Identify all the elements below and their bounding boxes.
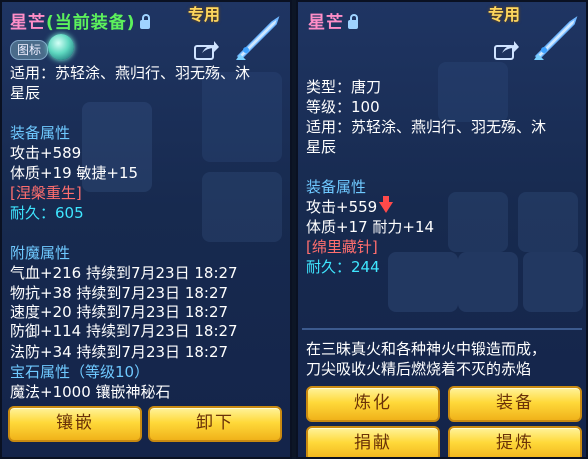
equip-attr-title: 装备属性 (10, 124, 71, 142)
durability: 耐久：244 (306, 258, 380, 276)
equip-button[interactable]: 装备 (448, 386, 582, 422)
background-item-slot (523, 252, 583, 312)
secondary-stats: 体质+19 敏捷+15 (10, 164, 139, 182)
candidate-item-panel: 星芒 专用 类型：唐刀 等级：100 适用：苏轻涂、燕归行、羽无殇、沐 星辰 装… (296, 0, 588, 459)
enchant-line: 法防+34 持续到7月23日 18:27 (10, 343, 229, 361)
extract-button[interactable]: 提炼 (448, 426, 582, 457)
attack-value: 攻击+559 (306, 198, 378, 216)
background-item-slot (518, 192, 578, 252)
donate-button[interactable]: 捐献 (306, 426, 440, 457)
item-title: 星芒(当前装备) (10, 8, 150, 33)
background-item-slot (448, 192, 508, 252)
item-name: 星芒 (308, 13, 344, 33)
weapon-icon (534, 16, 578, 60)
background-item-slot (202, 72, 282, 162)
share-icon[interactable] (494, 40, 520, 60)
enchant-title: 附魔属性 (10, 244, 71, 262)
refine-attr: [涅槃重生] (10, 184, 82, 202)
lock-icon (139, 14, 150, 29)
gem-title: 宝石属性（等级10） (10, 363, 150, 381)
background-item-slot (202, 172, 282, 242)
equipped-label: (当前装备) (46, 13, 136, 33)
orb-icon[interactable] (48, 34, 74, 60)
applicable-line-1: 适用：苏轻涂、燕归行、羽无殇、沐 (10, 64, 251, 82)
secondary-stats: 体质+17 耐力+14 (306, 218, 435, 236)
share-icon[interactable] (194, 40, 220, 60)
exclusive-label: 专用 (188, 5, 221, 24)
applicable-line-1: 适用：苏轻涂、燕归行、羽无殇、沐 (306, 118, 547, 136)
description-line: 刀尖吸收火精后燃烧着不灭的赤焰 (306, 360, 532, 378)
enchant-line: 防御+114 持续到7月23日 18:27 (10, 322, 238, 340)
refine-button[interactable]: 炼化 (306, 386, 440, 422)
inlay-button[interactable]: 镶嵌 (8, 406, 142, 442)
enchant-line: 气血+216 持续到7月23日 18:27 (10, 264, 238, 282)
applicable-line-2: 星辰 (10, 84, 41, 102)
gem-attr: 魔法+1000 镶嵌神秘石 (10, 383, 171, 401)
description-line: 在三昧真火和各种神火中锻造而成， (306, 340, 547, 358)
attack-stat: 攻击+559 (306, 196, 394, 217)
equipped-item-panel: 星芒(当前装备) 专用 图标 适用：苏轻涂、燕归行、羽无殇、沐 星辰 装备属性 … (0, 0, 292, 459)
background-item-slot (458, 252, 518, 312)
exclusive-label: 专用 (488, 5, 521, 24)
background-item-slot (388, 252, 458, 312)
enchant-line: 速度+20 持续到7月23日 18:27 (10, 303, 229, 321)
unequip-button[interactable]: 卸下 (148, 406, 282, 442)
durability: 耐久：605 (10, 204, 84, 222)
enchant-line: 物抗+38 持续到7月23日 18:27 (10, 284, 229, 302)
item-type: 类型：唐刀 (306, 78, 382, 96)
attack-stat: 攻击+589 (10, 144, 82, 162)
item-level: 等级：100 (306, 98, 380, 116)
item-name: 星芒 (10, 13, 46, 33)
weapon-icon (236, 16, 280, 60)
equip-attr-title: 装备属性 (306, 178, 367, 196)
background-item-slot (438, 62, 508, 122)
arrow-down-icon (379, 196, 394, 213)
lock-icon (348, 14, 358, 29)
divider (302, 328, 582, 330)
icon-toggle[interactable]: 图标 (10, 40, 49, 60)
item-title: 星芒 (308, 8, 358, 33)
refine-attr: [绵里藏针] (306, 238, 378, 256)
applicable-line-2: 星辰 (306, 138, 337, 156)
